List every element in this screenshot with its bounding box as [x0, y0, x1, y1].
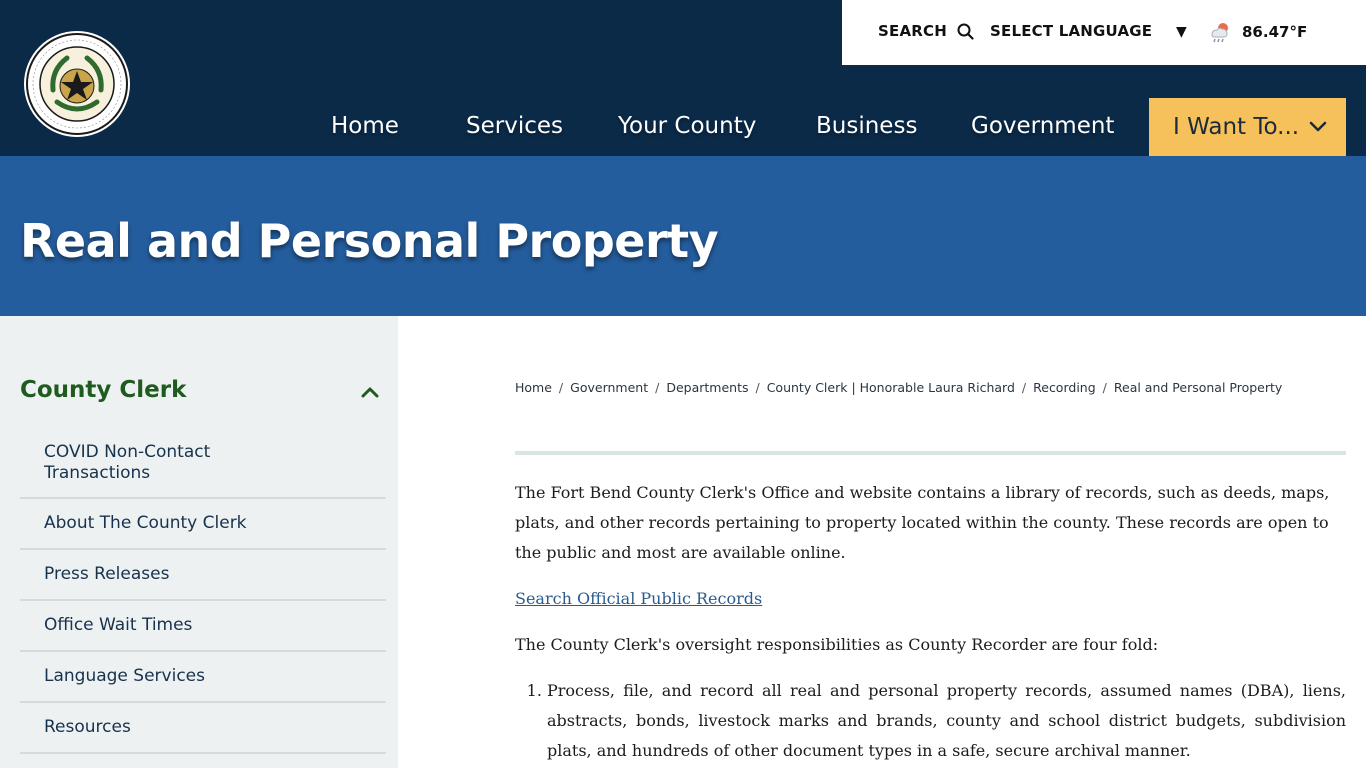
list-item: Process, file, and record all real and p…: [547, 676, 1346, 766]
search-records-link[interactable]: Search Official Public Records: [515, 589, 762, 608]
page-title: Real and Personal Property: [20, 214, 719, 268]
temperature-text: 86.47°F: [1242, 23, 1308, 41]
search-icon: [957, 23, 974, 40]
main-content: The Fort Bend County Clerk's Office and …: [515, 478, 1346, 766]
sidebar-item-press-releases[interactable]: Press Releases: [20, 550, 386, 601]
sidebar: County Clerk COVID Non-Contact Transacti…: [0, 316, 398, 768]
weather-widget: 86.47°F: [1208, 20, 1307, 44]
breadcrumb-separator: /: [1102, 380, 1107, 395]
breadcrumb-current: Real and Personal Property: [1113, 380, 1283, 395]
nav-home[interactable]: Home: [331, 98, 399, 156]
weather-cloud-rain-icon: [1211, 23, 1228, 43]
breadcrumb-recording[interactable]: Recording: [1033, 380, 1096, 395]
nav-government[interactable]: Government: [971, 98, 1114, 156]
sidebar-item-language-services[interactable]: Language Services: [20, 652, 386, 703]
breadcrumb-separator: /: [755, 380, 760, 395]
breadcrumb: Home / Government / Departments / County Clerk…: [515, 380, 1282, 395]
search-label: SEARCH: [878, 22, 947, 40]
select-language-button[interactable]: SELECT LANGUAGE: [990, 22, 1152, 40]
page-banner: Real and Personal Property: [0, 156, 1366, 316]
i-want-to-label: I Want To...: [1173, 114, 1300, 140]
sidebar-item-resources[interactable]: Resources: [20, 703, 386, 754]
chevron-down-icon: [1309, 121, 1327, 132]
sidebar-item-about[interactable]: About The County Clerk: [20, 499, 386, 550]
sidebar-menu: COVID Non-Contact Transactions About The…: [20, 429, 386, 754]
chevron-up-icon[interactable]: [360, 384, 380, 400]
breadcrumb-government[interactable]: Government: [570, 380, 648, 395]
breadcrumb-home[interactable]: Home: [515, 380, 552, 395]
search-button[interactable]: SEARCH: [878, 22, 974, 40]
sidebar-item-wait-times[interactable]: Office Wait Times: [20, 601, 386, 652]
breadcrumb-separator: /: [558, 380, 564, 395]
language-dropdown-caret-icon[interactable]: ▼: [1176, 24, 1187, 40]
breadcrumb-separator: /: [655, 380, 660, 395]
breadcrumb-separator: /: [1021, 380, 1027, 395]
responsibilities-list: Process, file, and record all real and p…: [515, 676, 1346, 766]
nav-your-county[interactable]: Your County: [618, 98, 756, 156]
nav-services[interactable]: Services: [466, 98, 563, 156]
i-want-to-button[interactable]: I Want To...: [1149, 98, 1346, 156]
sidebar-title[interactable]: County Clerk: [20, 377, 186, 403]
nav-business[interactable]: Business: [816, 98, 917, 156]
utility-bar: SEARCH SELECT LANGUAGE ▼ 86.47°F: [842, 0, 1366, 65]
site-header: SEARCH SELECT LANGUAGE ▼ 86.47°F Home Se…: [0, 0, 1366, 156]
lead-paragraph: The County Clerk's oversight responsibil…: [515, 635, 1159, 654]
intro-paragraph: The Fort Bend County Clerk's Office and …: [515, 483, 1330, 562]
breadcrumb-county-clerk[interactable]: County Clerk | Honorable Laura Richard: [767, 380, 1015, 395]
breadcrumb-departments[interactable]: Departments: [666, 380, 748, 395]
content-divider: [515, 451, 1346, 455]
sidebar-item-covid-non-contact[interactable]: COVID Non-Contact Transactions: [20, 429, 386, 499]
main-nav: Home Services Your County Business Gover…: [0, 98, 1366, 156]
